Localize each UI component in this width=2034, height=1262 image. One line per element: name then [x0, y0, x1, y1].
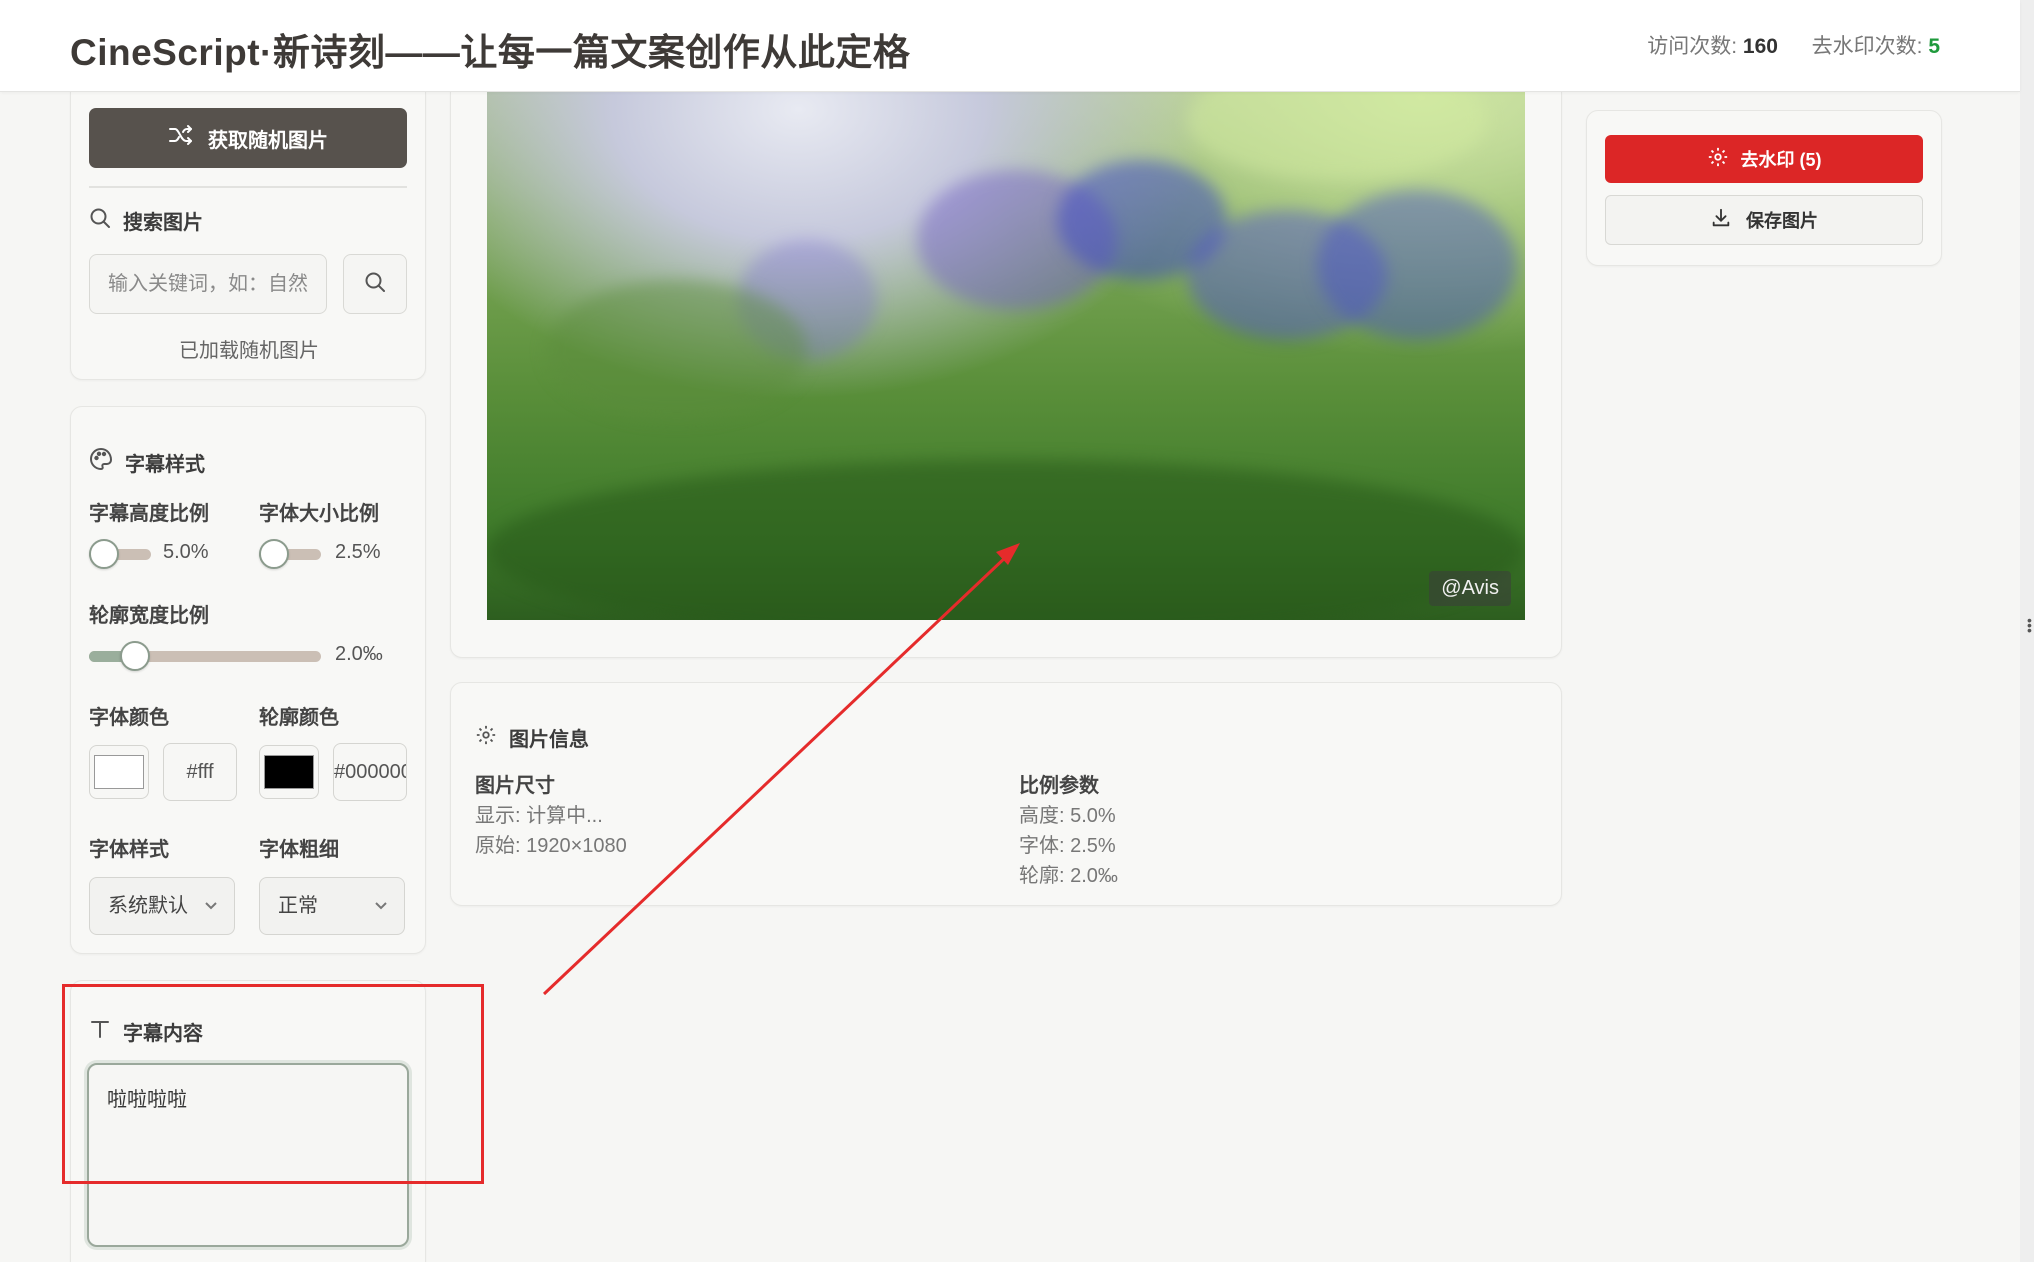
search-button[interactable]	[343, 254, 407, 314]
font-size-ratio-value: 2.5%	[335, 541, 381, 563]
search-heading-label: 搜索图片	[123, 212, 203, 234]
font-size-ratio-slider[interactable]	[259, 539, 321, 569]
visits-count: 160	[1742, 35, 1778, 58]
app-header: CineScript·新诗刻——让每一篇文案创作从此定格 访问次数: 160 去…	[0, 0, 2020, 92]
image-info-card: 图片信息 图片尺寸 显示: 计算中... 原始: 1920×1080 比例参数 …	[450, 682, 1562, 906]
height-ratio-label: 字幕高度比例	[89, 503, 209, 525]
outline-width-slider[interactable]	[89, 641, 321, 671]
font-param: 字体: 2.5%	[1019, 835, 1116, 857]
search-icon	[89, 207, 111, 235]
search-icon	[364, 271, 386, 298]
page: CineScript·新诗刻——让每一篇文案创作从此定格 访问次数: 160 去…	[0, 0, 2020, 1262]
height-param: 高度: 5.0%	[1019, 805, 1116, 827]
window-edge: • • •	[2020, 0, 2034, 1262]
remove-count-label: 去水印次数:	[1811, 35, 1923, 58]
font-color-preview	[94, 755, 144, 789]
visits-label: 访问次数:	[1647, 35, 1738, 58]
chevron-down-icon	[204, 878, 218, 934]
font-color-swatch[interactable]	[89, 745, 149, 799]
outline-color-swatch[interactable]	[259, 745, 319, 799]
image-info-label: 图片信息	[509, 729, 589, 751]
height-ratio-value: 5.0%	[163, 541, 209, 563]
slider-knob[interactable]	[259, 539, 289, 569]
display-size: 显示: 计算中...	[475, 805, 603, 827]
subtitle-style-label: 字幕样式	[125, 453, 205, 476]
chevron-down-icon	[374, 878, 388, 934]
gear-icon	[475, 724, 497, 752]
font-size-ratio-label: 字体大小比例	[259, 503, 379, 525]
font-style-label: 字体样式	[89, 839, 169, 861]
outline-width-value: 2.0‰	[335, 643, 383, 665]
usage-stats: 访问次数: 160 去水印次数: 5	[1647, 30, 1940, 60]
subtitle-style-card: 字幕样式 字幕高度比例 5.0% 字体大小比例 2.5% 轮廓宽度比例 2.0‰…	[70, 406, 426, 954]
slider-knob[interactable]	[120, 641, 151, 671]
app-title: CineScript·新诗刻——让每一篇文案创作从此定格	[70, 32, 911, 73]
font-color-label: 字体颜色	[89, 707, 169, 729]
more-options-icon[interactable]: • • •	[2027, 613, 2032, 637]
height-ratio-slider[interactable]	[89, 539, 151, 569]
shuffle-icon	[168, 124, 194, 152]
subtitle-style-heading: 字幕样式	[89, 447, 205, 477]
outline-color-label: 轮廓颜色	[259, 707, 339, 729]
save-image-label: 保存图片	[1746, 211, 1818, 231]
image-preview-card: @Avis	[450, 0, 1562, 658]
font-weight-select[interactable]: 正常	[259, 877, 405, 935]
slider-knob[interactable]	[89, 539, 119, 569]
palette-icon	[89, 447, 113, 477]
save-image-button[interactable]: 保存图片	[1605, 195, 1923, 245]
outline-width-label: 轮廓宽度比例	[89, 605, 209, 627]
search-input[interactable]: 输入关键词，如：自然	[89, 254, 327, 314]
font-style-value: 系统默认	[108, 895, 188, 917]
image-info-heading: 图片信息	[475, 723, 589, 752]
random-image-button[interactable]: 获取随机图片	[89, 108, 407, 168]
download-icon	[1710, 207, 1732, 234]
remove-watermark-label: 去水印 (5)	[1740, 150, 1822, 170]
outline-color-hex-input[interactable]: #000000	[333, 743, 407, 801]
annotation-highlight-box	[62, 984, 484, 1184]
ratio-params-title: 比例参数	[1019, 775, 1099, 797]
font-weight-label: 字体粗细	[259, 839, 339, 861]
preview-image: @Avis	[487, 40, 1525, 620]
search-heading: 搜索图片	[89, 206, 203, 235]
outline-color-preview	[264, 755, 314, 789]
font-style-select[interactable]: 系统默认	[89, 877, 235, 935]
actions-card: 去水印 (5) 保存图片	[1586, 110, 1942, 266]
outline-param: 轮廓: 2.0‰	[1019, 865, 1118, 887]
gear-icon	[1707, 146, 1729, 173]
font-weight-value: 正常	[278, 895, 318, 917]
image-size-title: 图片尺寸	[475, 775, 555, 797]
font-color-hex-input[interactable]: #fff	[163, 743, 237, 801]
image-source-card: 获取随机图片 搜索图片 输入关键词，如：自然 已加载随机图片	[70, 80, 426, 380]
divider	[89, 186, 407, 188]
original-size: 原始: 1920×1080	[475, 835, 627, 857]
image-status-text: 已加载随机图片	[179, 340, 319, 362]
remove-watermark-button[interactable]: 去水印 (5)	[1605, 135, 1923, 183]
watermark-label: @Avis	[1429, 571, 1511, 606]
remove-count: 5	[1928, 35, 1940, 58]
random-image-label: 获取随机图片	[208, 129, 328, 152]
